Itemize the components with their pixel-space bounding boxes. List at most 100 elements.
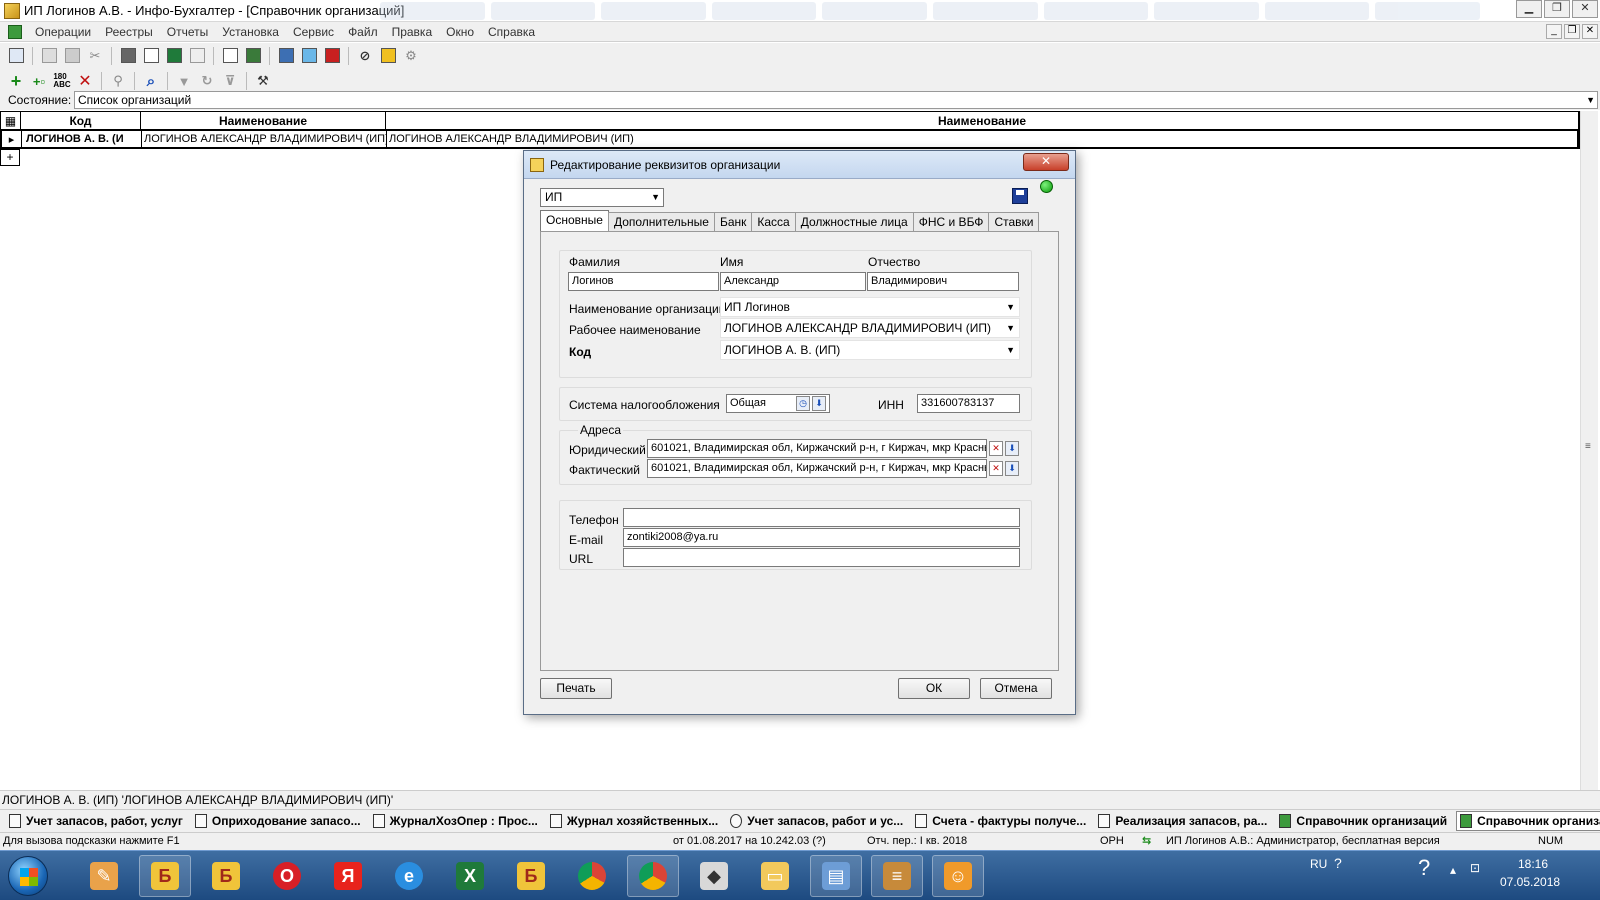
- cat-app-icon[interactable]: ☺: [932, 855, 984, 897]
- tab-bank[interactable]: Банк: [713, 212, 753, 231]
- buhgalter-app-icon[interactable]: Б: [200, 855, 252, 897]
- vertical-scrollbar[interactable]: ≡: [1580, 111, 1598, 791]
- menu-operations[interactable]: Операции: [28, 25, 98, 39]
- calculator-icon[interactable]: [243, 46, 263, 66]
- acrobat-icon[interactable]: [322, 46, 342, 66]
- cell-name-full[interactable]: ЛОГИНОВ АЛЕКСАНДР ВЛАДИМИРОВИЧ (ИП): [387, 131, 1578, 147]
- minimize-button[interactable]: ▁: [1516, 0, 1542, 18]
- org-name-select[interactable]: ИП Логинов ▼: [720, 297, 1020, 317]
- header-name-full[interactable]: Наименование: [386, 112, 1579, 129]
- document-icon[interactable]: [220, 46, 240, 66]
- work-name-select[interactable]: ЛОГИНОВ АЛЕКСАНДР ВЛАДИМИРОВИЧ (ИП) ▼: [720, 318, 1020, 338]
- url-field[interactable]: [623, 548, 1020, 567]
- window-tab-3[interactable]: ЖурналХозОпер : Прос...: [370, 811, 541, 831]
- window-tab-4[interactable]: Журнал хозяйственных...: [547, 811, 721, 831]
- cell-name[interactable]: ЛОГИНОВ АЛЕКСАНДР ВЛАДИМИРОВИЧ (ИП): [142, 131, 387, 147]
- clock-date[interactable]: 07.05.2018: [1500, 875, 1560, 889]
- first-name-field[interactable]: Александр: [720, 272, 866, 291]
- select-actual-address-icon[interactable]: ⬇: [1005, 461, 1019, 476]
- cancel-button[interactable]: Отмена: [980, 678, 1052, 699]
- filter-icon[interactable]: ▼: [174, 71, 194, 91]
- filter-edit-icon[interactable]: ⊽: [220, 71, 240, 91]
- tab-tax-funds[interactable]: ФНС и ВБФ: [912, 212, 990, 231]
- window-tab-7[interactable]: Реализация запасов, ра...: [1095, 811, 1270, 831]
- link-icon[interactable]: [299, 46, 319, 66]
- window-tab-5[interactable]: Учет запасов, работ и ус...: [727, 811, 906, 831]
- legal-address-field[interactable]: 601021, Владимирская обл, Киржачский р-н…: [647, 439, 987, 458]
- yandex-app-icon[interactable]: Я: [322, 855, 374, 897]
- tab-cash[interactable]: Касса: [751, 212, 796, 231]
- middle-name-field[interactable]: Владимирович: [867, 272, 1019, 291]
- menu-reports[interactable]: Отчеты: [160, 25, 215, 39]
- clear-legal-address-icon[interactable]: ✕: [989, 441, 1003, 456]
- search-icon[interactable]: ⌕: [141, 71, 161, 91]
- paste-icon[interactable]: [62, 46, 82, 66]
- phone-field[interactable]: [623, 508, 1020, 527]
- copy-icon[interactable]: [39, 46, 59, 66]
- clock-time[interactable]: 18:16: [1518, 857, 1548, 871]
- email-field[interactable]: zontiki2008@ya.ru: [623, 528, 1020, 547]
- paint-app-icon[interactable]: ✎: [78, 855, 130, 897]
- ok-button[interactable]: ОК: [898, 678, 970, 699]
- cell-code[interactable]: ЛОГИНОВ А. В. (И: [22, 131, 142, 147]
- dialog-close-button[interactable]: ✕: [1023, 153, 1069, 171]
- state-select[interactable]: Список организаций ▼: [74, 91, 1598, 109]
- child-close-button[interactable]: ✕: [1582, 24, 1598, 39]
- window-tab-1[interactable]: Учет запасов, работ, услуг: [6, 811, 186, 831]
- close-button[interactable]: ✕: [1572, 0, 1598, 18]
- maximize-button[interactable]: ❐: [1544, 0, 1570, 18]
- export-icon[interactable]: [187, 46, 207, 66]
- sort-icon[interactable]: 180 ABC: [52, 71, 72, 91]
- menu-service[interactable]: Сервис: [286, 25, 341, 39]
- refresh-icon[interactable]: [276, 46, 296, 66]
- select-legal-address-icon[interactable]: ⬇: [1005, 441, 1019, 456]
- menu-edit[interactable]: Правка: [385, 25, 440, 39]
- tab-basic[interactable]: Основные: [540, 210, 609, 231]
- preview-icon[interactable]: [141, 46, 161, 66]
- show-hidden-icons-icon[interactable]: ▴: [1450, 863, 1456, 877]
- add-copy-icon[interactable]: +▫: [29, 71, 49, 91]
- table-settings-icon[interactable]: ▦: [1, 112, 21, 129]
- tab-additional[interactable]: Дополнительные: [607, 212, 715, 231]
- installer-app-icon[interactable]: ◆: [688, 855, 740, 897]
- window-tab-6[interactable]: Счета - фактуры получе...: [912, 811, 1089, 831]
- menu-window[interactable]: Окно: [439, 25, 481, 39]
- buhgalter-2011-app-icon[interactable]: Б: [505, 855, 557, 897]
- internet-explorer-icon[interactable]: e: [383, 855, 435, 897]
- explorer-folder-icon[interactable]: ▭: [749, 855, 801, 897]
- actual-address-field[interactable]: 601021, Владимирская обл, Киржачский р-н…: [647, 459, 987, 478]
- mdi-child-icon[interactable]: [8, 24, 22, 39]
- print-button[interactable]: Печать: [540, 678, 612, 699]
- network-icon[interactable]: ⚙: [401, 46, 421, 66]
- buhgalter-2018-app-icon[interactable]: Б: [139, 855, 191, 897]
- window-tab-2[interactable]: Оприходование запасо...: [192, 811, 364, 831]
- abacus-app-icon[interactable]: ≡: [871, 855, 923, 897]
- dropdown-arrow-icon[interactable]: ⬇: [812, 396, 826, 411]
- help-icon[interactable]: ?: [1418, 855, 1430, 881]
- menu-file[interactable]: Файл: [341, 25, 385, 39]
- new-row-marker[interactable]: +: [0, 149, 20, 166]
- org-type-select[interactable]: ИП ▼: [540, 188, 664, 207]
- table-row[interactable]: ▸ ЛОГИНОВ А. В. (И ЛОГИНОВ АЛЕКСАНДР ВЛА…: [1, 130, 1579, 148]
- clear-actual-address-icon[interactable]: ✕: [989, 461, 1003, 476]
- window-tab-8[interactable]: Справочник организаций: [1276, 811, 1450, 831]
- header-name[interactable]: Наименование: [141, 112, 386, 129]
- tab-rates[interactable]: Ставки: [988, 212, 1040, 231]
- language-indicator[interactable]: RU: [1310, 857, 1327, 871]
- control-panel-app-icon[interactable]: ▤: [810, 855, 862, 897]
- compass-icon[interactable]: ⊘: [355, 46, 375, 66]
- last-name-field[interactable]: Логинов: [568, 272, 719, 291]
- binoculars-icon[interactable]: ⚲: [108, 71, 128, 91]
- excel-app-icon[interactable]: X: [444, 855, 496, 897]
- save-icon[interactable]: [1012, 188, 1028, 204]
- child-minimize-button[interactable]: _: [1546, 24, 1562, 39]
- reset-filter-icon[interactable]: ↻: [197, 71, 217, 91]
- code-select[interactable]: ЛОГИНОВ А. В. (ИП) ▼: [720, 340, 1020, 360]
- chrome-app-icon[interactable]: [566, 855, 618, 897]
- list-icon[interactable]: [6, 46, 26, 66]
- inn-field[interactable]: 331600783137: [917, 394, 1020, 413]
- add-icon[interactable]: +: [6, 71, 26, 91]
- tab-officials[interactable]: Должностные лица: [794, 212, 914, 231]
- tools-icon[interactable]: [378, 46, 398, 66]
- delete-icon[interactable]: ✕: [75, 71, 95, 91]
